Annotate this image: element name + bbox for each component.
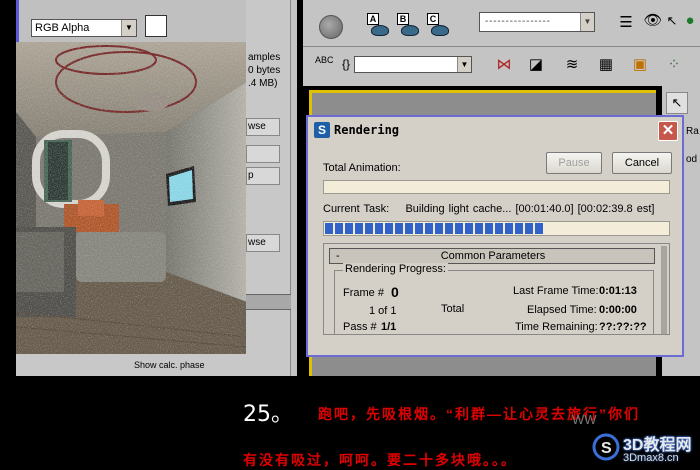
current-task-label: Current Task: (323, 203, 390, 215)
elapsed-value: 0:00:00 (599, 304, 637, 316)
selection-set-value: - - - - - - - - - - - - - - - - (485, 16, 550, 27)
color-swatch[interactable] (145, 15, 167, 37)
rollout-scrollbar[interactable] (661, 246, 667, 334)
rollout-header[interactable]: Common Parameters - (329, 248, 655, 264)
main-toolbar: A B C - - - - - - - - - - - - - - - - ▼ … (297, 0, 700, 86)
track-view-icon[interactable]: ▦ (595, 54, 617, 76)
layer-manager-icon[interactable]: ≋ (561, 54, 583, 76)
teapot-label-c: C (427, 13, 439, 25)
chevron-down-icon[interactable]: ▼ (121, 20, 136, 36)
elapsed-label: Elapsed Time: (527, 304, 597, 316)
current-task-value: Building light cache... [00:01:40.0] [00… (405, 203, 655, 215)
group-title: Rendering Progress: (343, 263, 448, 275)
current-task-progress-fill (325, 223, 545, 234)
toolbar-divider (303, 46, 700, 47)
last-frame-value: 0:01:13 (599, 285, 637, 297)
teapot-label-b: B (397, 13, 409, 25)
render-teapot-b[interactable]: B (397, 13, 421, 39)
cmd-partial-text-2: od (686, 154, 698, 165)
blank-button[interactable] (246, 145, 280, 163)
chevron-down-icon[interactable]: ▼ (457, 57, 471, 72)
caption-line-2: 有没有吸过，呵呵。要二十多块哦。。。 (243, 452, 517, 468)
frame-buffer-toolbar: RGB Alpha ▼ (16, 0, 246, 42)
rollout-title: Common Parameters (440, 250, 546, 262)
mb-text: .4 MB) (248, 78, 278, 89)
total-animation-progress (323, 180, 670, 194)
abc-label: ABC (315, 55, 334, 65)
cancel-button[interactable]: Cancel (612, 152, 672, 174)
frame-buffer-status (16, 354, 246, 376)
close-icon: ✕ (661, 122, 675, 139)
total-label: Total (441, 303, 465, 315)
teapot-green-icon[interactable]: ● (679, 10, 700, 32)
render-teapot-a[interactable]: A (367, 13, 391, 39)
close-button[interactable]: ✕ (658, 121, 678, 141)
watermark-site-url: 3Dmax8.cn (623, 452, 679, 464)
dialog-title: Rendering (334, 123, 400, 137)
teapot-icon (401, 25, 419, 36)
mirror-icon[interactable]: ⋈ (493, 54, 515, 76)
align-icon[interactable]: ◪ (525, 54, 547, 76)
frame-label: Frame # (343, 287, 384, 299)
record-button[interactable] (319, 15, 343, 39)
watermark-prefix: WW (572, 412, 597, 427)
pass-label: Pass # (343, 321, 377, 333)
rendering-progress-group: Rendering Progress: Frame # 0 1 of 1 Tot… (334, 263, 654, 334)
app-logo-icon: S (314, 122, 330, 138)
frame-buffer-window: RGB Alpha ▼ (16, 0, 247, 376)
frame-value: 0 (391, 284, 399, 300)
samples-text: amples (248, 52, 281, 63)
schematic-icon[interactable]: ▣ (629, 54, 651, 76)
layers-icon[interactable]: ☰ (615, 12, 637, 34)
dialog-titlebar[interactable]: S Rendering ✕ (308, 117, 682, 144)
browse-button[interactable]: wse (246, 118, 280, 136)
total-animation-label: Total Animation: (323, 162, 401, 174)
watermark-logo-icon: S (592, 433, 620, 461)
browse-button-2[interactable]: wse (246, 234, 280, 252)
render-teapot-c[interactable]: C (427, 13, 451, 39)
cmd-partial-text: Ra (686, 126, 699, 137)
show-calc-phase-text: Show calc. phase (134, 360, 205, 370)
channel-display-value: RGB Alpha (35, 22, 90, 34)
remaining-value: ??:??:?? (599, 321, 647, 333)
chevron-down-icon[interactable]: ▼ (580, 13, 594, 31)
teapot-icon (431, 25, 449, 36)
pass-value: 1/1 (381, 321, 397, 333)
current-task-row: Current Task: Building light cache... [0… (323, 203, 654, 215)
rendered-image (16, 42, 247, 354)
last-frame-label: Last Frame Time: (513, 285, 599, 297)
common-parameters-rollout: Common Parameters - Rendering Progress: … (323, 243, 670, 335)
rendered-room-image (16, 42, 247, 354)
pause-button[interactable]: Pause (546, 152, 602, 174)
cursor-icon[interactable]: ↖ (666, 92, 688, 114)
selection-set-dropdown[interactable]: - - - - - - - - - - - - - - - - ▼ (479, 12, 595, 32)
bytes-text: 0 bytes (248, 65, 281, 76)
rollout-bar[interactable] (246, 294, 291, 310)
rendering-dialog: S Rendering ✕ Total Animation: Pause Can… (306, 115, 684, 357)
teapot-label-a: A (367, 13, 379, 25)
frame-of: 1 of 1 (369, 305, 397, 317)
remaining-label: Time Remaining: (515, 321, 598, 333)
svg-text:S: S (601, 440, 612, 457)
app-screen: RGB Alpha ▼ amples 0 bytes .4 MB) wse p … (16, 0, 700, 376)
teapot-icon (371, 25, 389, 36)
named-selection-input[interactable]: ▼ (354, 56, 472, 73)
collapse-icon: - (336, 250, 340, 262)
step-number: 25。 (243, 402, 293, 427)
p-button[interactable]: p (246, 167, 280, 185)
material-editor-icon[interactable]: ⁘ (663, 54, 685, 76)
channel-display-select[interactable]: RGB Alpha ▼ (31, 19, 137, 37)
current-task-progress (323, 221, 670, 236)
render-setup-panel: amples 0 bytes .4 MB) wse p wse Show cal… (134, 0, 291, 376)
